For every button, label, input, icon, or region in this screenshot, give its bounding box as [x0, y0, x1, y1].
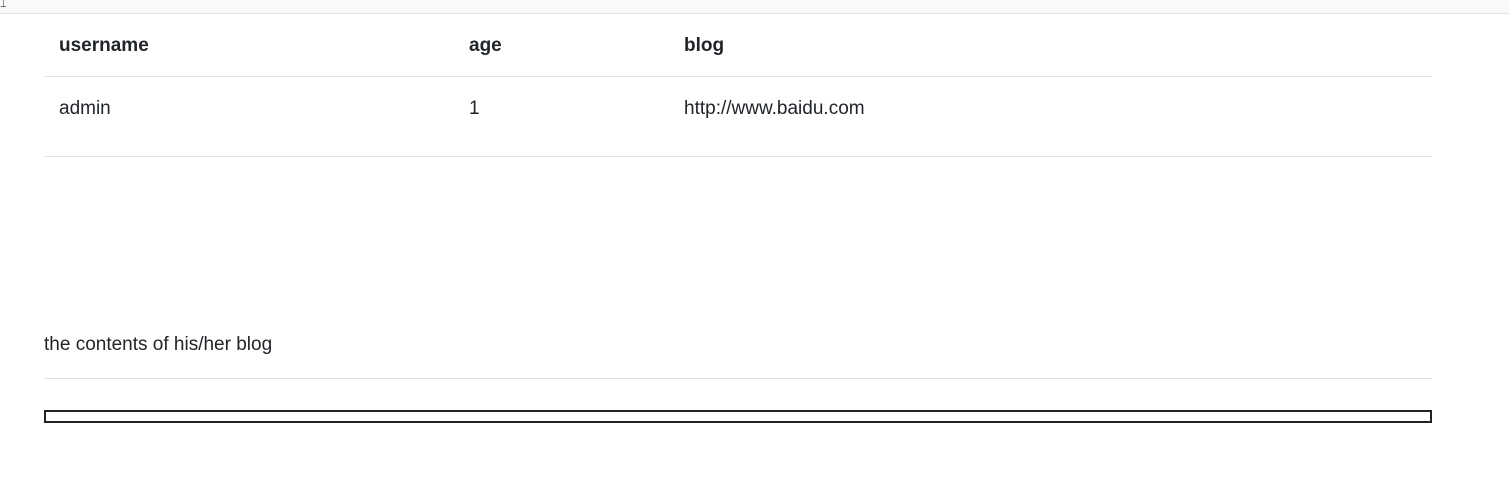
- blog-contents-text: the contents of his/her blog: [44, 334, 273, 355]
- main-content: username age blog admin 1 http://www.bai…: [44, 15, 1432, 157]
- top-toolbar-strip: ⌶: [0, 0, 1509, 14]
- column-header-age: age: [454, 15, 669, 77]
- section-divider: [44, 378, 1432, 379]
- column-header-username: username: [44, 15, 454, 77]
- table-header-row: username age blog: [44, 15, 1432, 77]
- user-table: username age blog admin 1 http://www.bai…: [44, 15, 1432, 157]
- cursor-icon: ⌶: [0, 0, 7, 10]
- cell-blog: http://www.baidu.com: [669, 76, 1432, 157]
- cell-age: 1: [454, 76, 669, 157]
- blog-content-box[interactable]: [44, 410, 1432, 423]
- cell-username: admin: [44, 76, 454, 157]
- column-header-blog: blog: [669, 15, 1432, 77]
- table-row: admin 1 http://www.baidu.com: [44, 76, 1432, 157]
